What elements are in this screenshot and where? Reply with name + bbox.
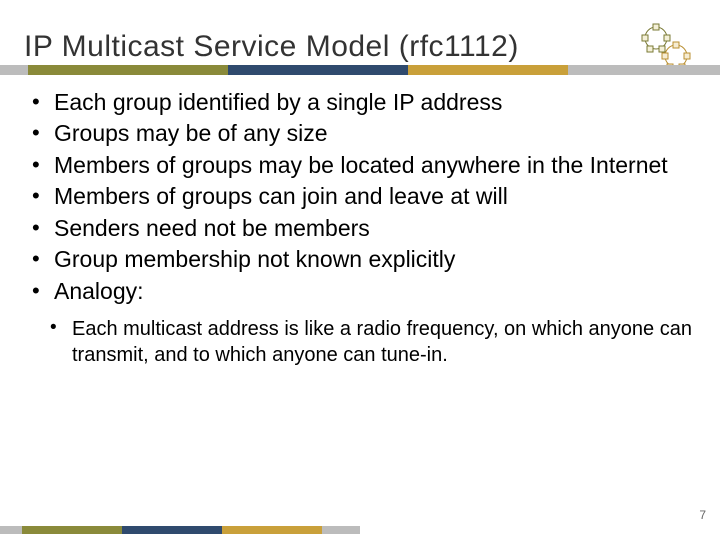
bullet-list: Each group identified by a single IP add…: [28, 88, 692, 306]
title-underline: [0, 65, 720, 75]
list-item: Each multicast address is like a radio f…: [28, 316, 692, 368]
accent-segment: [0, 65, 28, 75]
accent-segment: [28, 65, 228, 75]
accent-segment: [0, 526, 22, 534]
slide: IP Multicast Service Model (rfc1112): [0, 0, 720, 540]
list-item: Analogy:: [28, 277, 692, 306]
accent-segment: [408, 65, 568, 75]
sub-bullet-list: Each multicast address is like a radio f…: [28, 316, 692, 368]
accent-segment: [228, 65, 408, 75]
list-item: Members of groups may be located anywher…: [28, 151, 692, 180]
accent-segment: [322, 526, 360, 534]
accent-segment: [568, 65, 720, 75]
accent-segment: [222, 526, 322, 534]
list-item: Senders need not be members: [28, 214, 692, 243]
list-item: Members of groups can join and leave at …: [28, 182, 692, 211]
page-number: 7: [699, 508, 706, 522]
accent-segment: [122, 526, 222, 534]
bottom-accent-bar: [0, 526, 360, 534]
list-item: Each group identified by a single IP add…: [28, 88, 692, 117]
accent-segment: [22, 526, 122, 534]
list-item: Group membership not known explicitly: [28, 245, 692, 274]
slide-body: Each group identified by a single IP add…: [28, 88, 692, 368]
slide-title: IP Multicast Service Model (rfc1112): [24, 30, 519, 64]
list-item: Groups may be of any size: [28, 119, 692, 148]
